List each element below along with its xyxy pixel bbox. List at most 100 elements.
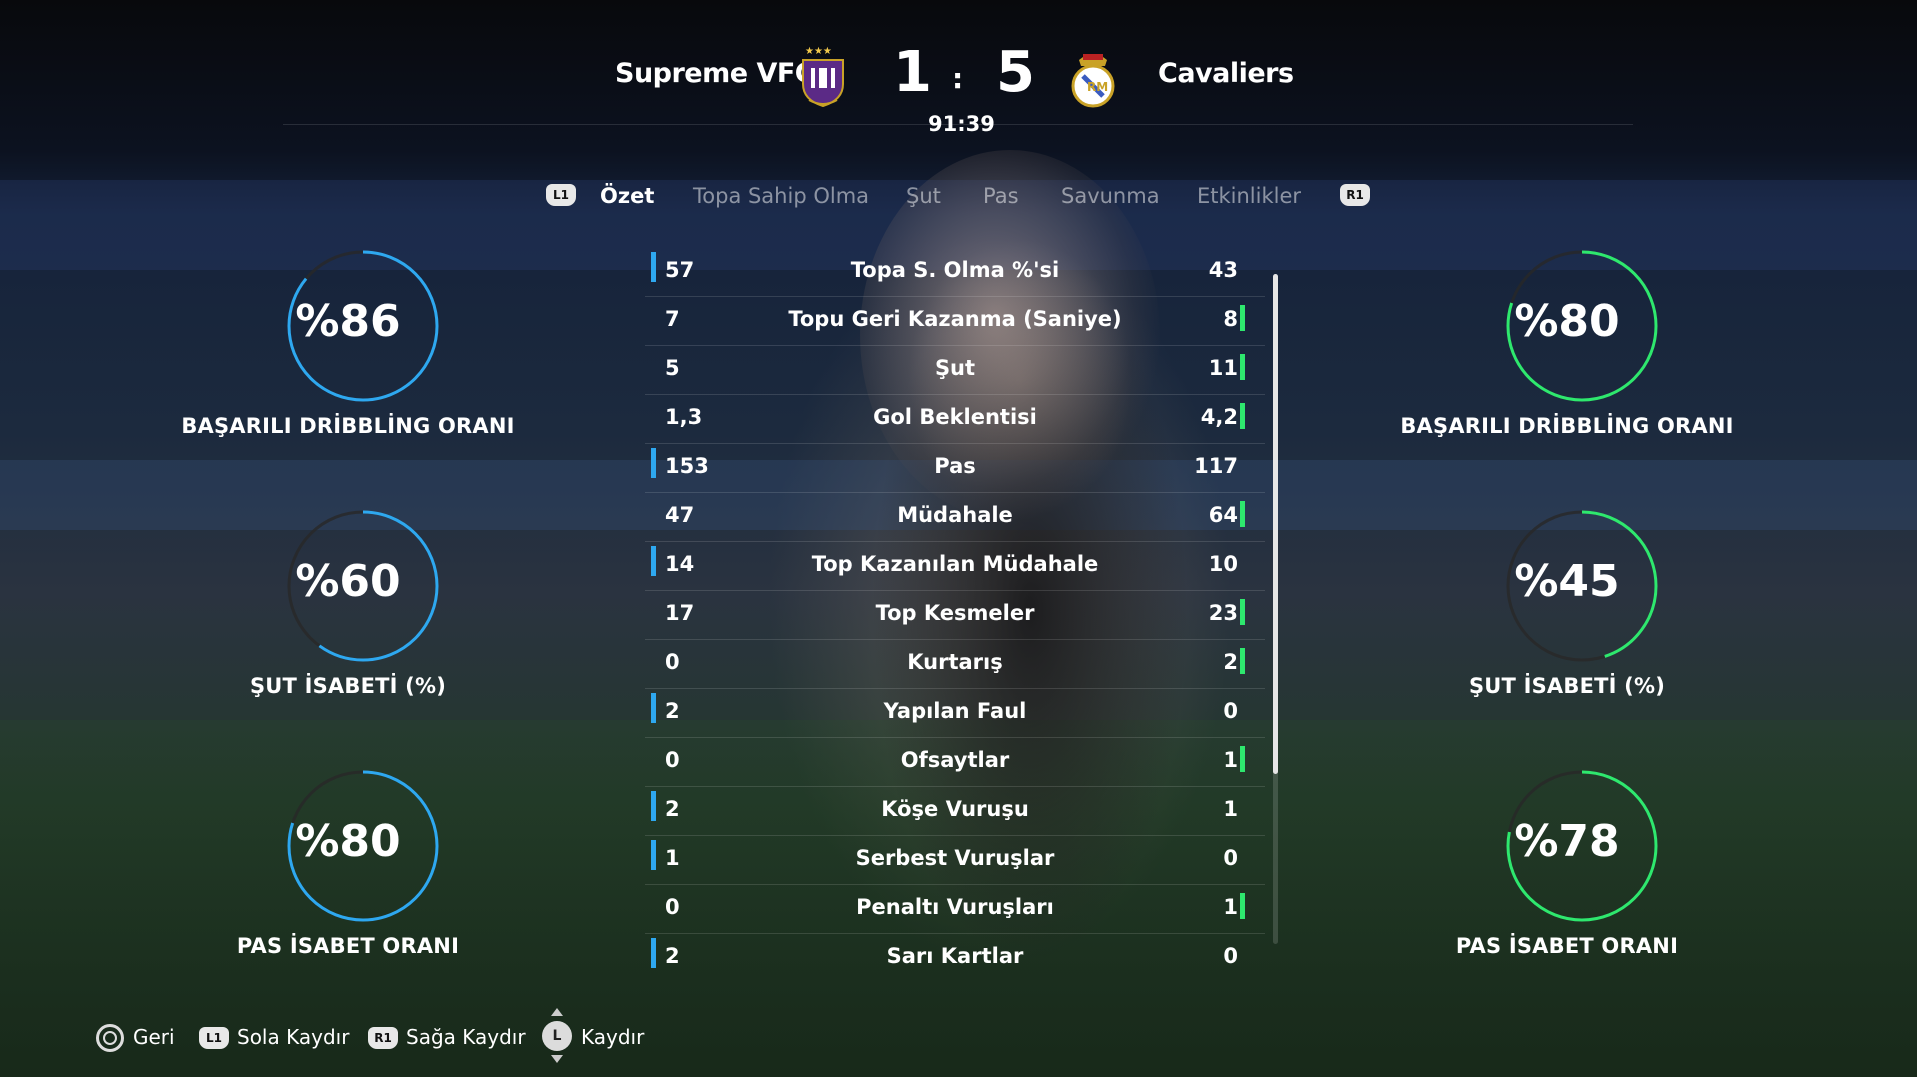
svg-text:RM: RM <box>1087 80 1108 94</box>
away-leader-bar <box>1240 746 1245 772</box>
away-stat-value: 4,2 <box>1200 405 1238 429</box>
away-stat-value: 0 <box>1223 846 1238 870</box>
away-ring-1: %80 BAŞARILI DRİBBLİNG ORANI <box>1387 248 1747 488</box>
stat-row[interactable]: 1 Serbest Vuruşlar 0 <box>645 836 1265 885</box>
away-stat-value: 1 <box>1223 748 1238 772</box>
away-leader-bar <box>1240 893 1245 919</box>
stat-name: Kurtarış <box>907 650 1003 674</box>
left-stick-icon: L <box>542 1021 572 1051</box>
home-ring-value: %80 <box>295 816 401 867</box>
away-ring-value: %45 <box>1514 556 1620 607</box>
away-stat-value: 64 <box>1208 503 1238 527</box>
away-ring-2: %45 ŞUT İSABETİ (%) <box>1387 508 1747 748</box>
arrow-down-icon <box>551 1055 563 1063</box>
away-stat-value: 43 <box>1208 258 1238 282</box>
stat-name: Müdahale <box>897 503 1013 527</box>
home-team-name: Supreme VFC <box>615 58 815 89</box>
stat-row[interactable]: 0 Ofsaytlar 1 <box>645 738 1265 787</box>
away-stat-value: 11 <box>1208 356 1238 380</box>
away-ring-label: ŞUT İSABETİ (%) <box>1468 674 1666 698</box>
stat-name: Sarı Kartlar <box>886 944 1024 968</box>
home-crest-icon: ★★★ <box>802 46 844 108</box>
stat-row[interactable]: 14 Top Kazanılan Müdahale 10 <box>645 542 1265 591</box>
stat-name: Gol Beklentisi <box>873 405 1037 429</box>
home-ring-value: %60 <box>295 556 401 607</box>
away-stat-value: 23 <box>1208 601 1238 625</box>
tab-shots[interactable]: Şut <box>906 184 941 208</box>
stat-row[interactable]: 5 Şut 11 <box>645 346 1265 395</box>
svg-text:★★★: ★★★ <box>805 46 832 57</box>
stat-name: Top Kazanılan Müdahale <box>811 552 1099 576</box>
home-ring-label: BAŞARILI DRİBBLİNG ORANI <box>181 414 515 438</box>
away-leader-bar <box>1240 501 1245 527</box>
stat-row[interactable]: 57 Topa S. Olma %'si 43 <box>645 248 1265 297</box>
stats-scrollbar[interactable] <box>1273 274 1278 944</box>
away-ring-value: %78 <box>1514 816 1620 867</box>
stat-row[interactable]: 0 Penaltı Vuruşları 1 <box>645 885 1265 934</box>
scroll-left-hint[interactable]: Sola Kaydır <box>237 1025 349 1049</box>
away-crest-icon: RM <box>1071 54 1115 108</box>
header-divider <box>283 124 1633 125</box>
stat-name: Penaltı Vuruşları <box>856 895 1054 919</box>
stat-row[interactable]: 2 Sarı Kartlar 0 <box>645 934 1265 982</box>
scroll-right-hint[interactable]: Sağa Kaydır <box>406 1025 526 1049</box>
stat-row[interactable]: 7 Topu Geri Kazanma (Saniye) 8 <box>645 297 1265 346</box>
away-ring-value: %80 <box>1514 296 1620 347</box>
away-ring-3: %78 PAS İSABET ORANI <box>1387 768 1747 1008</box>
home-ring-value: %86 <box>295 296 401 347</box>
back-hint[interactable]: Geri <box>133 1025 175 1049</box>
away-stat-value: 0 <box>1223 699 1238 723</box>
away-stat-value: 117 <box>1194 454 1238 478</box>
tab-possession[interactable]: Topa Sahip Olma <box>693 184 869 208</box>
stat-name: Ofsaytlar <box>900 748 1010 772</box>
stat-row[interactable]: 2 Yapılan Faul 0 <box>645 689 1265 738</box>
stats-table[interactable]: 57 Topa S. Olma %'si 43 7 Topu Geri Kazanma … <box>645 248 1265 982</box>
away-leader-bar <box>1240 648 1245 674</box>
stat-name: Serbest Vuruşlar <box>855 846 1055 870</box>
away-leader-bar <box>1240 354 1245 380</box>
home-ring-label: ŞUT İSABETİ (%) <box>249 674 447 698</box>
stat-name: Top Kesmeler <box>875 601 1035 625</box>
scoreboard: Supreme VFC ★★★ 1 : 5 RM Cavaliers 91:39 <box>0 0 1917 140</box>
r1-button-icon[interactable]: R1 <box>1340 184 1370 206</box>
circle-button-icon <box>96 1024 124 1052</box>
stat-name: Topu Geri Kazanma (Saniye) <box>788 307 1122 331</box>
l1-hint-icon: L1 <box>199 1027 229 1049</box>
home-score: 1 <box>893 40 932 105</box>
away-team-name: Cavaliers <box>1158 58 1294 89</box>
away-stat-value: 8 <box>1223 307 1238 331</box>
stat-row[interactable]: 2 Köşe Vuruşu 1 <box>645 787 1265 836</box>
tab-events[interactable]: Etkinlikler <box>1197 184 1301 208</box>
stat-name: Yapılan Faul <box>883 699 1027 723</box>
stats-tab-bar: L1 Özet Topa Sahip Olma Şut Pas Savunma … <box>0 182 1917 212</box>
stat-row[interactable]: 0 Kurtarış 2 <box>645 640 1265 689</box>
away-stat-value: 2 <box>1223 650 1238 674</box>
arrow-up-icon <box>551 1008 563 1016</box>
stat-row[interactable]: 153 Pas 117 <box>645 444 1265 493</box>
stat-name: Pas <box>934 454 976 478</box>
stat-name: Topa S. Olma %'si <box>850 258 1060 282</box>
scroll-hint[interactable]: Kaydır <box>581 1025 644 1049</box>
stat-row[interactable]: 1,3 Gol Beklentisi 4,2 <box>645 395 1265 444</box>
stat-row[interactable]: 17 Top Kesmeler 23 <box>645 591 1265 640</box>
r1-hint-icon: R1 <box>368 1027 398 1049</box>
tab-summary[interactable]: Özet <box>600 184 654 208</box>
home-ring-3: %80 PAS İSABET ORANI <box>168 768 528 1008</box>
stat-row[interactable]: 47 Müdahale 64 <box>645 493 1265 542</box>
tab-passing[interactable]: Pas <box>983 184 1019 208</box>
away-leader-bar <box>1240 403 1245 429</box>
away-ring-label: PAS İSABET ORANI <box>1455 934 1679 958</box>
button-hints: Geri L1 Sola Kaydır R1 Sağa Kaydır L Kay… <box>0 1008 1917 1064</box>
away-ring-label: BAŞARILI DRİBBLİNG ORANI <box>1400 414 1734 438</box>
tab-defending[interactable]: Savunma <box>1061 184 1160 208</box>
home-ring-2: %60 ŞUT İSABETİ (%) <box>168 508 528 748</box>
away-leader-bar <box>1240 305 1245 331</box>
stat-name: Köşe Vuruşu <box>881 797 1029 821</box>
l1-button-icon[interactable]: L1 <box>546 184 576 206</box>
away-stat-value: 1 <box>1223 797 1238 821</box>
stats-scrollbar-thumb[interactable] <box>1273 274 1278 774</box>
score-separator: : <box>952 62 964 95</box>
stat-name: Şut <box>934 356 976 380</box>
away-stat-value: 0 <box>1223 944 1238 968</box>
away-score: 5 <box>996 40 1035 105</box>
